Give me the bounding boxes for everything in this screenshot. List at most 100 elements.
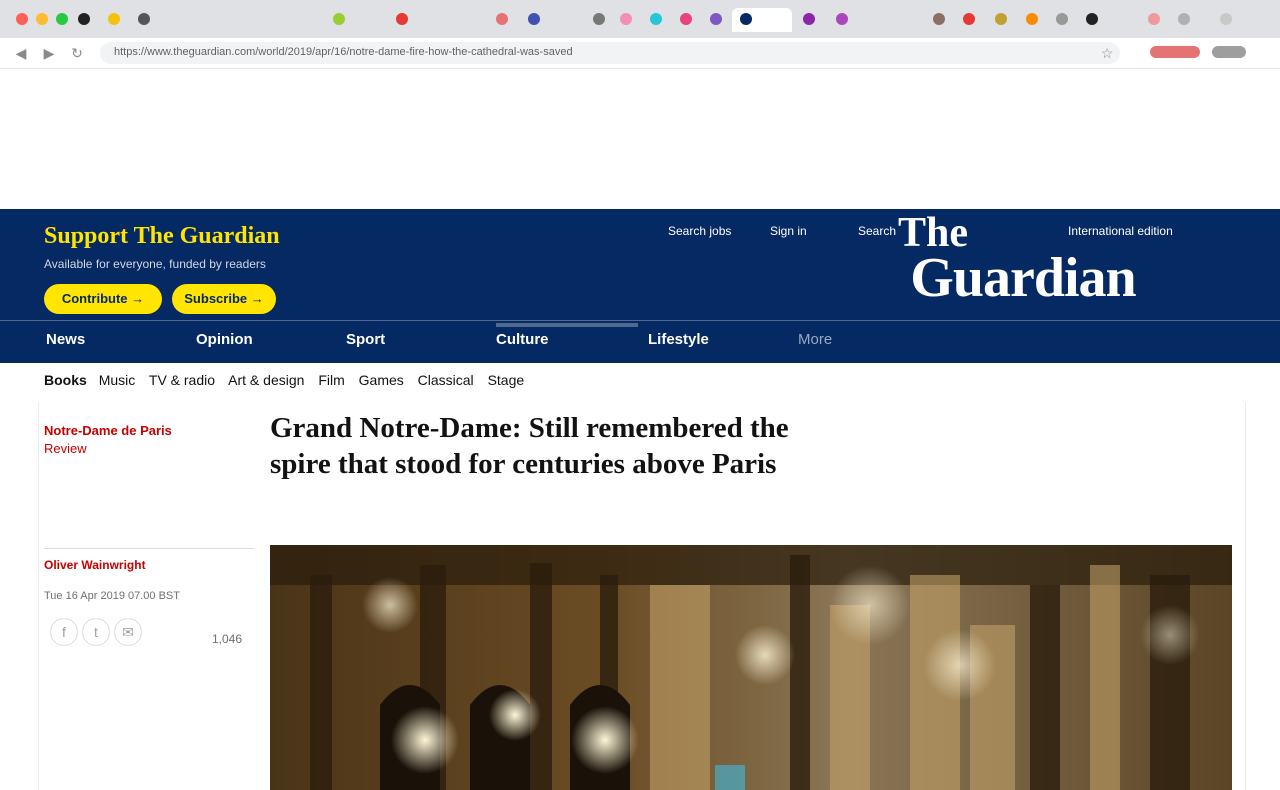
extension-icon[interactable]: [1150, 46, 1200, 58]
comment-count[interactable]: 1,046: [212, 632, 242, 646]
pillar-news[interactable]: News: [46, 331, 85, 348]
tab-favicon-icon: [138, 13, 150, 25]
tab-favicon-icon: [1056, 13, 1068, 25]
subnav-item[interactable]: TV & radio: [149, 372, 215, 388]
subnav-item[interactable]: Art & design: [228, 372, 304, 388]
contribute-button[interactable]: Contribute →: [44, 284, 162, 314]
window-zoom-icon[interactable]: [56, 13, 68, 25]
tab-favicon-icon: [108, 13, 120, 25]
pillar-lifestyle[interactable]: Lifestyle: [648, 331, 709, 348]
support-subheading: Available for everyone, funded by reader…: [44, 257, 266, 271]
tab-favicon-icon: [78, 13, 90, 25]
subnav-item[interactable]: Games: [359, 372, 404, 388]
hero-image-graphic: [270, 545, 1232, 790]
section-label: Notre-Dame de Paris Review: [44, 422, 244, 458]
browser-tab[interactable]: [955, 8, 981, 32]
browser-tab[interactable]: [520, 8, 546, 32]
meta-divider: [44, 548, 254, 549]
facebook-share-icon[interactable]: f: [50, 618, 78, 646]
tab-favicon-icon: [593, 13, 605, 25]
window-minimize-icon[interactable]: [36, 13, 48, 25]
tab-favicon-icon: [680, 13, 692, 25]
article-headline: Grand Notre-Dame: Still remembered the s…: [270, 412, 789, 480]
tab-favicon-icon: [1220, 13, 1232, 25]
bookmark-star-icon[interactable]: ☆: [1098, 44, 1116, 62]
browser-tab[interactable]: [1018, 8, 1044, 32]
subnav-item[interactable]: Classical: [418, 372, 474, 388]
browser-tab[interactable]: [795, 8, 821, 32]
tab-favicon-icon: [740, 13, 752, 25]
tab-favicon-icon: [1178, 13, 1190, 25]
tab-favicon-icon: [836, 13, 848, 25]
browser-tab[interactable]: [702, 8, 728, 32]
section-label-sub: Review: [44, 441, 87, 456]
article-date: Tue 16 Apr 2019 07.00 BST: [44, 590, 180, 602]
tab-favicon-icon: [995, 13, 1007, 25]
window-close-icon[interactable]: [16, 13, 28, 25]
support-heading: Support The Guardian: [44, 223, 280, 249]
browser-tab[interactable]: [987, 8, 1013, 32]
browser-tab[interactable]: [130, 8, 156, 32]
back-arrow-icon[interactable]: ◀: [12, 44, 30, 62]
subscribe-button[interactable]: Subscribe →: [172, 284, 276, 314]
tab-favicon-icon: [933, 13, 945, 25]
subnav-item[interactable]: Stage: [488, 372, 525, 388]
browser-tab[interactable]: [70, 8, 96, 32]
top-link-jobs[interactable]: Search jobs: [668, 224, 731, 238]
twitter-share-icon[interactable]: t: [82, 618, 110, 646]
browser-tab[interactable]: [488, 8, 514, 32]
logo-name: Guardian: [910, 246, 1136, 309]
email-share-icon[interactable]: ✉: [114, 618, 142, 646]
pillar-sport[interactable]: Sport: [346, 331, 385, 348]
subnav-item[interactable]: Music: [99, 372, 136, 388]
pillar-more[interactable]: More: [798, 331, 832, 348]
browser-tab[interactable]: [1048, 8, 1074, 32]
browser-toolbar: ◀ ▶ ↻ https://www.theguardian.com/world/…: [0, 38, 1280, 69]
pillar-culture[interactable]: Culture: [496, 323, 638, 348]
reload-icon[interactable]: ↻: [68, 44, 86, 62]
hero-image: [270, 545, 1232, 790]
tab-favicon-icon: [963, 13, 975, 25]
tab-favicon-icon: [333, 13, 345, 25]
tab-favicon-icon: [650, 13, 662, 25]
browser-tab[interactable]: [585, 8, 611, 32]
browser-tab-active[interactable]: [732, 8, 792, 32]
subnav-item[interactable]: Film: [318, 372, 344, 388]
ad-slot: [0, 69, 1280, 209]
browser-tab[interactable]: [925, 8, 951, 32]
top-link-signin[interactable]: Sign in: [770, 224, 807, 238]
browser-tab[interactable]: [100, 8, 126, 32]
tab-favicon-icon: [1086, 13, 1098, 25]
tab-favicon-icon: [710, 13, 722, 25]
tab-favicon-icon: [1148, 13, 1160, 25]
forward-arrow-icon[interactable]: ▶: [40, 44, 58, 62]
browser-tab[interactable]: [325, 8, 351, 32]
browser-tab[interactable]: [828, 8, 854, 32]
tab-favicon-icon: [396, 13, 408, 25]
profile-icon[interactable]: [1212, 46, 1246, 58]
browser-tab[interactable]: [1170, 8, 1196, 32]
browser-tab[interactable]: [1140, 8, 1166, 32]
address-bar[interactable]: https://www.theguardian.com/world/2019/a…: [100, 42, 1120, 64]
browser-tab[interactable]: [388, 8, 414, 32]
tab-favicon-icon: [803, 13, 815, 25]
tab-favicon-icon: [528, 13, 540, 25]
browser-tab[interactable]: [1078, 8, 1104, 32]
browser-tab[interactable]: [1212, 8, 1238, 32]
browser-tab[interactable]: [642, 8, 668, 32]
browser-tab[interactable]: [612, 8, 638, 32]
tab-favicon-icon: [620, 13, 632, 25]
section-subnav: Books Music TV & radio Art & design Film…: [44, 372, 534, 388]
guardian-logo[interactable]: The Guardian: [878, 212, 1168, 309]
address-text[interactable]: https://www.theguardian.com/world/2019/a…: [114, 46, 894, 58]
pillar-opinion[interactable]: Opinion: [196, 331, 253, 348]
pillar-nav: News Opinion Sport Culture Lifestyle Mor…: [0, 320, 1280, 363]
browser-tab[interactable]: [672, 8, 698, 32]
section-label-title[interactable]: Notre-Dame de Paris: [44, 422, 244, 440]
guardian-masthead: Support The Guardian Available for every…: [0, 209, 1280, 331]
tab-favicon-icon: [496, 13, 508, 25]
tab-favicon-icon: [1026, 13, 1038, 25]
subnav-item-books[interactable]: Books: [44, 372, 87, 388]
article-byline[interactable]: Oliver Wainwright: [44, 558, 146, 572]
browser-tab-strip: [0, 0, 1280, 38]
